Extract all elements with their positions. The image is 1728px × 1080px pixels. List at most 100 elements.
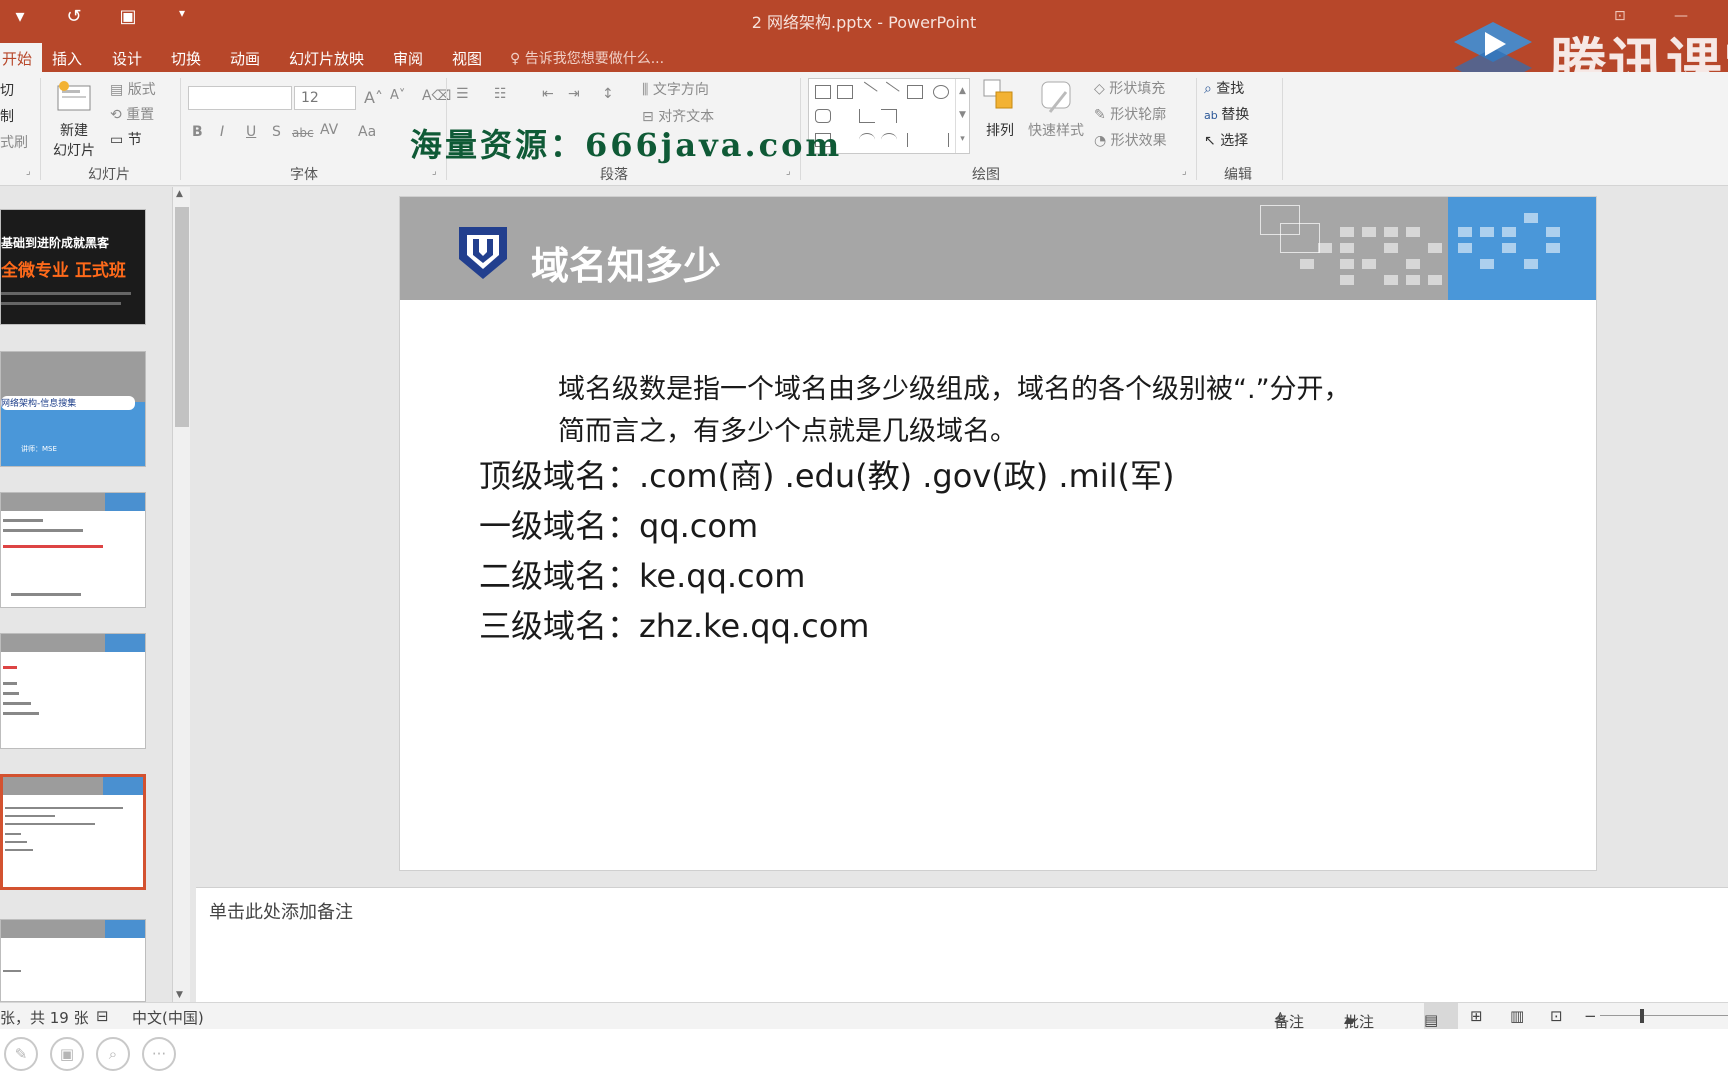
new-slide-button[interactable]: 新建 幻灯片	[46, 78, 102, 159]
char-spacing-icon[interactable]: AV	[320, 122, 338, 138]
dialog-launcher-icon[interactable]: ⌟	[26, 166, 31, 177]
bold-icon[interactable]: B	[192, 124, 203, 140]
rectangle-shape-icon[interactable]	[907, 85, 923, 99]
format-painter-button[interactable]: 式刷	[0, 132, 28, 152]
font-name-combo[interactable]	[188, 86, 292, 110]
scroll-up-icon[interactable]: ▲	[176, 189, 183, 199]
pencil-icon: ✎	[1094, 107, 1111, 123]
line-spacing-icon[interactable]: ↕	[602, 86, 614, 102]
slide-thumbnail-selected[interactable]	[0, 774, 146, 890]
arrow-line-shape-icon[interactable]	[878, 81, 900, 103]
select-button[interactable]: ↖ 选择	[1204, 130, 1248, 150]
replace-button[interactable]: ab 替换	[1204, 104, 1249, 124]
font-dialog-launcher-icon[interactable]: ⌟	[432, 166, 437, 177]
normal-view-icon[interactable]: ▤	[1424, 1003, 1458, 1029]
tab-review[interactable]: 审阅	[393, 44, 423, 73]
right-arrow-shape-icon[interactable]	[907, 109, 923, 123]
new-slide-label-1: 新建	[60, 123, 88, 139]
oval-shape-icon[interactable]	[933, 85, 949, 99]
shapes-scroll-icon[interactable]: ▲ ▼ ▾	[955, 79, 969, 153]
slide-text-top-level-domain[interactable]: 顶级域名：.com(商) .edu(教) .gov(政) .mil(军)	[479, 451, 1175, 497]
thumbnail-scrollbar[interactable]: ▲ ▼	[172, 187, 190, 1002]
reset-button[interactable]: ⟲ 重置	[110, 104, 154, 124]
slide-thumbnail[interactable]: 网络架构-信息搜集 讲师：MSE	[0, 351, 146, 467]
reset-icon: ⟲	[110, 107, 127, 123]
notes-pane[interactable]: 单击此处添加备注	[196, 887, 1728, 1002]
slideshow-view-icon[interactable]: ⊡	[1550, 1007, 1563, 1025]
more-icon[interactable]: ···	[142, 1037, 176, 1071]
decrease-indent-icon[interactable]: ⇤	[542, 86, 554, 102]
shape-effects-button[interactable]: ◔ 形状效果	[1094, 130, 1167, 150]
drawing-dialog-launcher-icon[interactable]: ⌟	[1182, 166, 1187, 177]
current-slide[interactable]: 域名知多少 域名级数是指一个域名由多少级组成，域名的各个级别被“.”分开， 简而…	[399, 196, 1597, 871]
tab-transitions[interactable]: 切换	[171, 44, 201, 73]
shadow-icon[interactable]: S	[272, 124, 281, 140]
increase-indent-icon[interactable]: ⇥	[568, 86, 580, 102]
scroll-down-icon[interactable]: ▼	[176, 990, 183, 1000]
change-case-icon[interactable]: Aa	[358, 124, 376, 140]
grow-font-icon[interactable]: A˄	[364, 88, 383, 107]
zoom-out-icon[interactable]: −	[1584, 1007, 1597, 1025]
right-brace-shape-icon[interactable]	[933, 133, 949, 147]
slide-thumbnail[interactable]	[0, 492, 146, 608]
layout-button[interactable]: ▤ 版式	[110, 79, 156, 99]
slide-thumbnail[interactable]: 基础到进阶成就黑客 全微专业 正式班	[0, 209, 146, 325]
reading-view-icon[interactable]: ▥	[1510, 1007, 1524, 1025]
numbering-icon[interactable]: ☷	[494, 86, 507, 102]
shape-fill-button[interactable]: ◇ 形状填充	[1094, 78, 1165, 98]
slide-paragraph-line-1[interactable]: 域名级数是指一个域名由多少级组成，域名的各个级别被“.”分开，	[558, 367, 1351, 406]
slide-text-third-level-domain[interactable]: 三级域名：zhz.ke.qq.com	[479, 601, 869, 647]
copy-button[interactable]: 制	[0, 106, 14, 126]
strikethrough-icon[interactable]: abc	[292, 126, 314, 140]
slide-thumbnail[interactable]	[0, 919, 146, 1002]
font-size-combo[interactable]: 12	[294, 86, 356, 110]
freeform-shape-icon[interactable]	[881, 133, 897, 147]
section-button[interactable]: ▭ 节	[110, 129, 142, 149]
tab-view[interactable]: 视图	[452, 44, 482, 73]
slide-thumbnail[interactable]	[0, 633, 146, 749]
down-arrow-shape-icon[interactable]	[933, 109, 949, 123]
bullets-icon[interactable]: ☰	[456, 86, 469, 102]
slide-text-first-level-domain[interactable]: 一级域名：qq.com	[479, 501, 758, 547]
slide-text-second-level-domain[interactable]: 二级域名：ke.qq.com	[479, 551, 805, 597]
slide-title[interactable]: 域名知多少	[531, 235, 721, 290]
tab-design[interactable]: 设计	[112, 44, 142, 73]
tab-insert[interactable]: 插入	[52, 44, 82, 73]
shape-fill-label: 形状填充	[1109, 81, 1166, 97]
shape-outline-button[interactable]: ✎ 形状轮廓	[1094, 104, 1166, 124]
find-button[interactable]: ⌕ 查找	[1204, 78, 1244, 98]
thumb1-line1: 基础到进阶成就黑客	[1, 236, 110, 250]
scrollbar-thumb[interactable]	[175, 207, 189, 427]
pen-icon[interactable]: ✎	[4, 1037, 38, 1071]
zoom-slider-thumb[interactable]	[1640, 1009, 1644, 1023]
tell-me-search[interactable]: ♀ 告诉我您想要做什么...	[510, 48, 664, 68]
left-brace-shape-icon[interactable]	[907, 133, 923, 147]
arrange-button[interactable]: 排列	[978, 78, 1022, 140]
screenshot-icon[interactable]: ▣	[50, 1037, 84, 1071]
elbow-arrow-shape-icon[interactable]	[881, 109, 897, 123]
line-shape-icon[interactable]	[856, 81, 878, 103]
shrink-font-icon[interactable]: A˅	[390, 88, 405, 103]
elbow-connector-shape-icon[interactable]	[859, 109, 875, 123]
spelling-icon[interactable]: ⊟	[96, 1007, 109, 1025]
underline-icon[interactable]: U	[246, 124, 256, 140]
quick-styles-button[interactable]: 快速样式	[1024, 78, 1088, 140]
arc-shape-icon[interactable]	[859, 133, 875, 147]
zoom-slider[interactable]	[1600, 1015, 1728, 1016]
italic-icon[interactable]: I	[220, 124, 224, 140]
slide-paragraph-line-2[interactable]: 简而言之，有多少个点就是几级域名。	[558, 409, 1017, 448]
tab-home[interactable]: 开始	[0, 43, 43, 73]
slide-sorter-icon[interactable]: ⊞	[1470, 1007, 1483, 1025]
text-direction-button[interactable]: ⫼ 文字方向	[642, 79, 709, 99]
paragraph-dialog-launcher-icon[interactable]: ⌟	[786, 166, 791, 177]
magnifier-icon[interactable]: ⌕	[96, 1037, 130, 1071]
cut-button[interactable]: 切	[0, 80, 14, 100]
tab-animations[interactable]: 动画	[230, 44, 260, 73]
tab-slideshow[interactable]: 幻灯片放映	[289, 44, 364, 73]
cursor-icon: ↖	[1204, 133, 1221, 149]
vertical-textbox-shape-icon[interactable]	[837, 85, 853, 99]
new-slide-icon	[57, 81, 91, 111]
textbox-shape-icon[interactable]	[815, 85, 831, 99]
language-indicator[interactable]: 中文(中国)	[132, 1007, 204, 1028]
status-bar: 张，共 19 张 ⊟ 中文(中国) ≜ 备注 ▰ 批注 ▤ ⊞ ▥ ⊡ −	[0, 1002, 1728, 1031]
